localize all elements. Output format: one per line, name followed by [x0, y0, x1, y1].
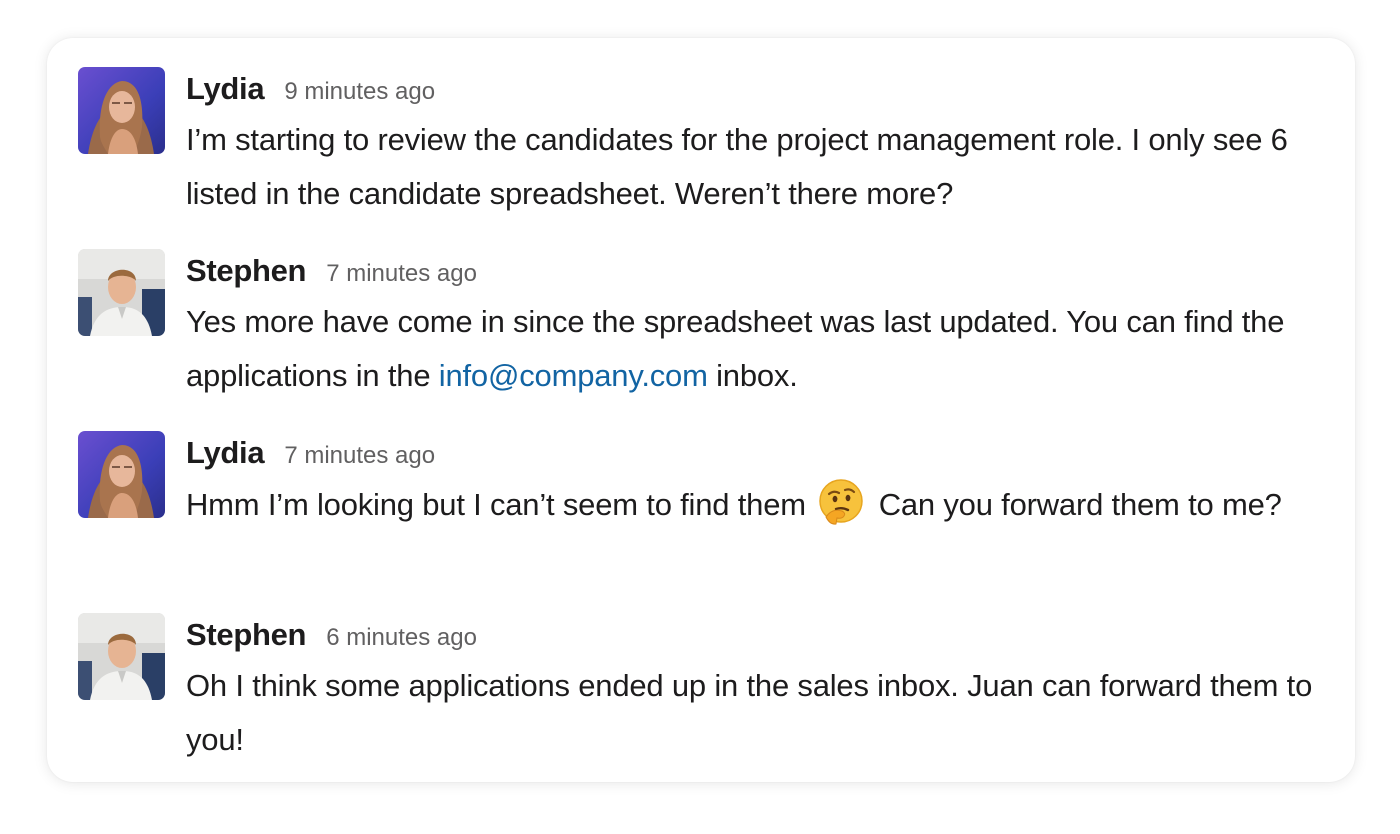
message-text: Yes more have come in since the spreadsh…	[186, 295, 1326, 403]
message-text: Hmm I’m looking but I can’t seem to find…	[186, 477, 1326, 532]
timestamp[interactable]: 6 minutes ago	[326, 616, 477, 660]
message-text-part: Hmm I’m looking but I can’t seem to find…	[186, 487, 815, 522]
avatar-lydia-icon	[78, 67, 165, 154]
message-text-part: inbox.	[707, 358, 798, 393]
message-text: Oh I think some applications ended up in…	[186, 668, 1313, 757]
avatar-stephen-icon	[78, 249, 165, 336]
message-text-part: Can you forward them to me?	[870, 487, 1282, 522]
thinking-face-emoji-icon	[816, 477, 866, 527]
avatar-stephen[interactable]	[78, 613, 165, 700]
avatar-stephen-icon	[78, 613, 165, 700]
message-thread-card: Lydia 9 minutes ago I’m starting to revi…	[47, 38, 1355, 782]
avatar-stephen[interactable]	[78, 249, 165, 336]
author-name[interactable]: Stephen	[186, 249, 307, 293]
timestamp[interactable]: 7 minutes ago	[284, 434, 435, 478]
avatar-lydia-icon	[78, 431, 165, 518]
avatar-lydia[interactable]	[78, 67, 165, 154]
message-text: I’m starting to review the candidates fo…	[186, 122, 1288, 211]
avatar-lydia[interactable]	[78, 431, 165, 518]
author-name[interactable]: Lydia	[186, 67, 265, 111]
timestamp[interactable]: 9 minutes ago	[284, 70, 435, 114]
author-name[interactable]: Lydia	[186, 431, 265, 475]
author-name[interactable]: Stephen	[186, 613, 307, 657]
timestamp[interactable]: 7 minutes ago	[326, 252, 477, 296]
email-link[interactable]: info@company.com	[439, 358, 708, 393]
